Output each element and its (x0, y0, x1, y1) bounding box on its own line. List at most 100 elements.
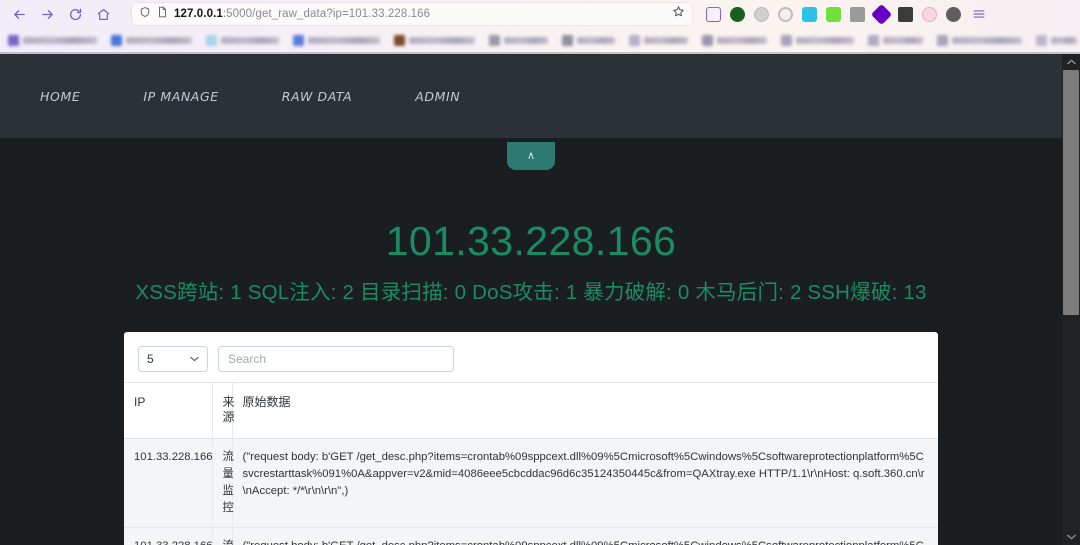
scrollbar-up-arrow-icon[interactable] (1062, 54, 1080, 70)
address-bar-url: 127.0.0.1:5000/get_raw_data?ip=101.33.22… (174, 8, 430, 20)
search-input[interactable]: Search (218, 346, 454, 373)
bookmark-item[interactable] (937, 34, 1022, 46)
site-navbar: HOME IP MANAGE RAW DATA ADMIN (0, 54, 1062, 138)
bookmark-item[interactable] (702, 34, 767, 46)
cell-ip: 101.33.228.166 (124, 527, 213, 545)
table-head: IP 来源 原始数据 (124, 382, 938, 439)
ring-extension-icon[interactable] (778, 6, 793, 22)
bookmark-label (221, 36, 279, 44)
page-document-icon (157, 5, 168, 23)
cell-ip: 101.33.228.166 (124, 438, 213, 528)
bookmark-favicon (8, 34, 19, 46)
bookmark-item[interactable] (111, 34, 192, 46)
page-title-ip: 101.33.228.166 (385, 218, 677, 264)
bookmark-label (308, 36, 380, 44)
bookmark-label (883, 36, 923, 44)
bookmark-favicon (868, 34, 879, 46)
bookmark-item[interactable] (394, 34, 475, 46)
table-body: 101.33.228.166 流量监控 ("request body: b'GE… (124, 438, 938, 545)
page-root: HOME IP MANAGE RAW DATA ADMIN ∧ 101.33.2… (0, 54, 1080, 545)
scroll-top-button-container: ∧ (0, 142, 1062, 170)
globe-extension-icon[interactable] (754, 6, 769, 22)
table-row: 101.33.228.166 流量监控 ("request body: b'GE… (124, 527, 938, 545)
reload-icon[interactable] (62, 2, 88, 26)
ublock-origin-extension-icon[interactable] (706, 6, 721, 22)
bookmark-item[interactable] (562, 34, 615, 46)
purple-diamond-extension-icon[interactable] (870, 3, 893, 25)
browser-toolbar: 127.0.0.1:5000/get_raw_data?ip=101.33.22… (0, 0, 1080, 28)
browser-chrome: 127.0.0.1:5000/get_raw_data?ip=101.33.22… (0, 0, 1080, 54)
bookmark-favicon (562, 34, 573, 46)
bookmark-item[interactable] (8, 34, 97, 46)
forward-arrow-icon[interactable] (34, 2, 60, 26)
nav-item-ip-manage[interactable]: IP MANAGE (143, 89, 218, 104)
cell-raw-data: ("request body: b'GET /get_desc.php?item… (232, 527, 938, 545)
chevron-down-icon (190, 355, 199, 364)
bookmark-favicon (111, 34, 122, 46)
hero-section: 101.33.228.166 XSS跨站: 1 SQL注入: 2 目录扫描: 0… (0, 218, 1062, 305)
page-viewport: HOME IP MANAGE RAW DATA ADMIN ∧ 101.33.2… (0, 54, 1062, 545)
address-bar-host: 127.0.0.1 (174, 8, 223, 20)
raw-data-panel: 5 Search IP 来源 原始数据 101.33.228.166 流量监控 … (124, 332, 938, 545)
address-bar[interactable]: 127.0.0.1:5000/get_raw_data?ip=101.33.22… (132, 3, 692, 25)
bookmark-label (504, 36, 548, 44)
bookmark-favicon (206, 34, 217, 46)
shield-icon (139, 5, 151, 23)
bookmark-favicon (781, 34, 792, 46)
pink-rings-extension-icon[interactable] (922, 6, 937, 22)
bookmark-favicon (937, 34, 948, 46)
bookmark-label (409, 36, 475, 44)
attack-stats-summary: XSS跨站: 1 SQL注入: 2 目录扫描: 0 DoS攻击: 1 暴力破解:… (135, 281, 927, 305)
dark-extension-icon[interactable] (946, 6, 961, 22)
home-icon[interactable] (90, 2, 116, 26)
table-row: 101.33.228.166 流量监控 ("request body: b'GE… (124, 438, 938, 528)
page-size-select[interactable]: 5 (138, 346, 208, 373)
bookmark-item[interactable] (206, 34, 279, 46)
hamburger-menu-icon[interactable] (970, 2, 988, 26)
bookmark-favicon (394, 34, 405, 46)
bookmarks-bar[interactable] (0, 28, 1080, 52)
bookmark-item[interactable] (781, 34, 854, 46)
raw-data-table: IP 来源 原始数据 101.33.228.166 流量监控 ("request… (124, 382, 938, 545)
bookmark-favicon (1036, 34, 1047, 46)
table-header-row: IP 来源 原始数据 (124, 382, 938, 439)
cell-source: 流量监控 (212, 527, 234, 545)
extension-tray (700, 2, 990, 26)
bookmark-item[interactable] (629, 34, 688, 46)
address-bar-path: :5000/get_raw_data?ip=101.33.228.166 (222, 8, 431, 20)
star-icon[interactable] (672, 5, 685, 23)
bookmark-favicon (629, 34, 640, 46)
bookmark-item[interactable] (489, 34, 548, 46)
column-header-source[interactable]: 来源 (212, 382, 235, 439)
nav-item-admin[interactable]: ADMIN (415, 89, 460, 104)
scroll-to-top-button[interactable]: ∧ (507, 142, 555, 170)
bookmark-label (1051, 36, 1077, 44)
bookmark-favicon (293, 34, 304, 46)
page-size-value: 5 (147, 352, 154, 367)
bookmark-favicon (702, 34, 713, 46)
bookmark-favicon (489, 34, 500, 46)
bookmark-label (717, 36, 767, 44)
selenium-extension-icon[interactable] (898, 6, 913, 22)
bookmark-item[interactable] (293, 34, 380, 46)
cell-source: 流量监控 (212, 438, 234, 528)
page-scrollbar[interactable] (1062, 54, 1080, 545)
bookmark-item[interactable] (1036, 34, 1077, 46)
rss-feed-extension-icon[interactable] (826, 6, 841, 22)
nav-item-home[interactable]: HOME (40, 89, 80, 104)
search-placeholder: Search (228, 352, 267, 367)
tampermonkey-extension-icon[interactable] (850, 6, 865, 22)
bookmark-label (952, 36, 1022, 44)
column-header-ip[interactable]: IP (124, 382, 213, 439)
cell-raw-data: ("request body: b'GET /get_desc.php?item… (232, 438, 938, 528)
cyan-hex-extension-icon[interactable] (802, 6, 817, 22)
column-header-raw-data[interactable]: 原始数据 (232, 382, 938, 439)
nav-item-raw-data[interactable]: RAW DATA (282, 89, 352, 104)
bookmark-item[interactable] (868, 34, 923, 46)
bookmark-label (577, 36, 615, 44)
bookmark-label (644, 36, 688, 44)
back-arrow-icon[interactable] (6, 2, 32, 26)
scrollbar-thumb[interactable] (1063, 70, 1079, 315)
scrollbar-down-arrow-icon[interactable] (1062, 529, 1080, 545)
green-circle-extension-icon[interactable] (730, 6, 745, 22)
